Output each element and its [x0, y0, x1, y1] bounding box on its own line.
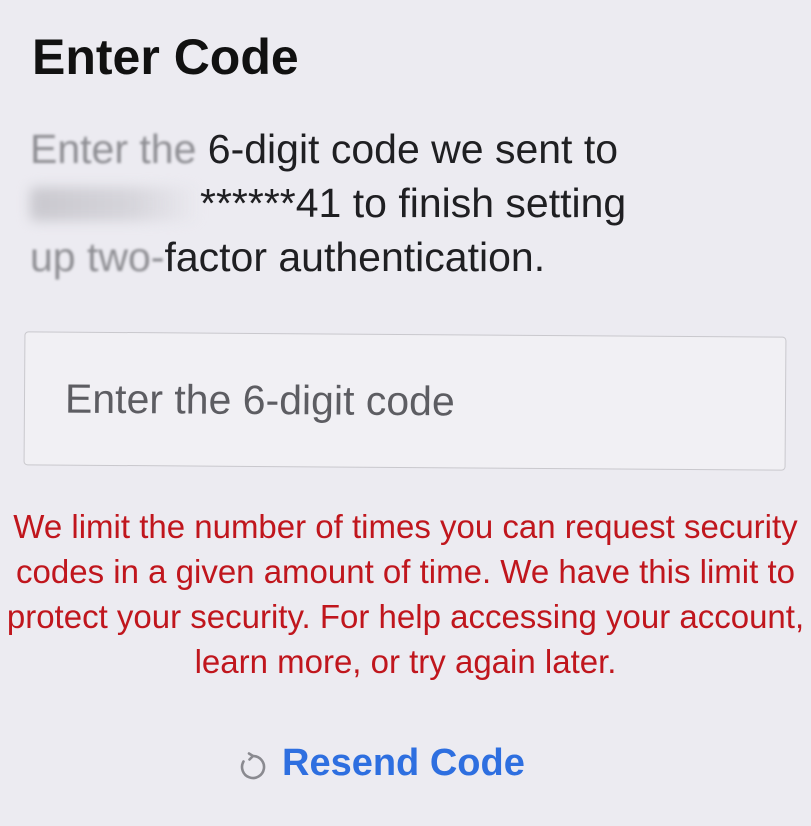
- instruction-prefix: Enter the: [30, 126, 197, 172]
- code-input[interactable]: [24, 332, 786, 470]
- refresh-icon: [238, 749, 268, 779]
- page-title: Enter Code: [32, 29, 299, 85]
- instruction-text: Enter the 6-digit code we sent to ******…: [30, 122, 760, 284]
- masked-phone-number: ******41: [200, 180, 342, 226]
- instruction-part2: to finish setting: [341, 180, 627, 226]
- code-input-container: [23, 331, 787, 471]
- instruction-part3: factor authentication.: [164, 234, 546, 280]
- instruction-faded-suffix: up two-: [30, 234, 165, 280]
- rate-limit-warning: We limit the number of times you can req…: [6, 508, 805, 680]
- masked-phone-redaction: [30, 187, 200, 221]
- instruction-part1: 6-digit code we sent to: [196, 126, 619, 172]
- resend-code-button[interactable]: Resend Code: [238, 742, 525, 785]
- resend-code-label: Resend Code: [282, 742, 525, 784]
